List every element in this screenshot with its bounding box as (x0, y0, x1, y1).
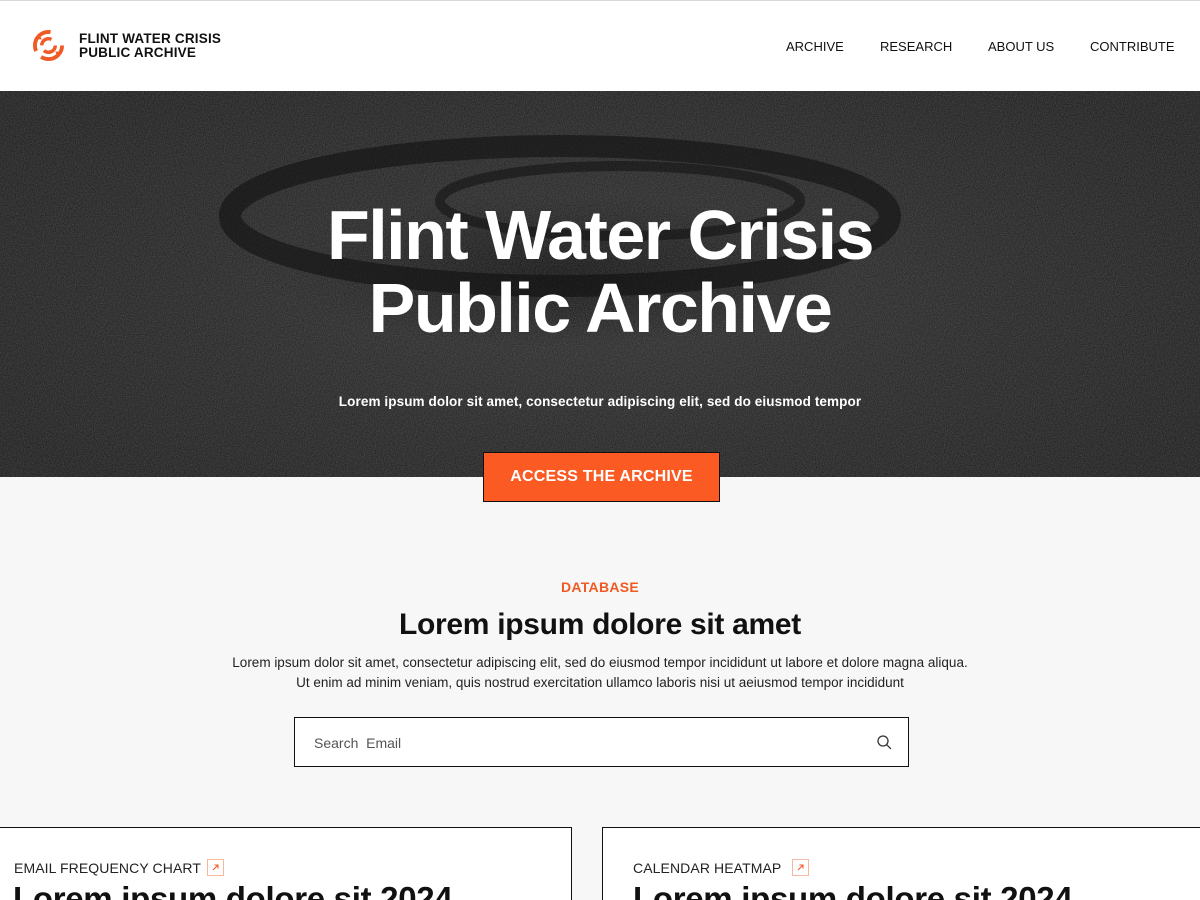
section-description: Lorem ipsum dolor sit amet, consectetur … (0, 653, 1200, 693)
search-icon[interactable] (876, 734, 892, 750)
card-title: Lorem ipsum dolore sit 2024 (633, 880, 1073, 900)
card-label: EMAIL FREQUENCY CHART (14, 860, 201, 876)
hero-section: Flint Water Crisis Public Archive Lorem … (0, 91, 1200, 477)
section-eyebrow: DATABASE (560, 579, 640, 595)
search-input[interactable] (314, 732, 854, 754)
site-header: FLINT WATER CRISIS PUBLIC ARCHIVE ARCHIV… (0, 0, 1200, 91)
nav-item-contribute[interactable]: CONTRIBUTE (1090, 39, 1175, 54)
hero-title-line-1: Flint Water Crisis (326, 196, 875, 274)
section-description-line-2: Ut enim ad minim veniam, quis nostrud ex… (296, 675, 904, 690)
hero-subtitle: Lorem ipsum dolor sit amet, consectetur … (338, 394, 862, 409)
nav-item-archive[interactable]: ARCHIVE (786, 39, 844, 54)
section-title: Lorem ipsum dolore sit amet (399, 608, 801, 641)
hero-title-line-2: Public Archive (368, 269, 833, 347)
card-title: Lorem ipsum dolore sit 2024 (13, 880, 453, 900)
access-archive-button[interactable]: ACCESS THE ARCHIVE (483, 452, 720, 502)
external-arrow-icon[interactable] (792, 859, 809, 876)
section-description-line-1: Lorem ipsum dolor sit amet, consectetur … (232, 655, 968, 670)
hero-title: Flint Water Crisis Public Archive (0, 199, 1200, 345)
external-arrow-icon[interactable] (207, 859, 224, 876)
card-calendar-heatmap[interactable]: CALENDAR HEATMAP Lorem ipsum dolore sit … (602, 827, 1200, 900)
nav-item-research[interactable]: RESEARCH (880, 39, 952, 54)
card-email-frequency-chart[interactable]: EMAIL FREQUENCY CHART Lorem ipsum dolore… (0, 827, 572, 900)
main-nav: ARCHIVE RESEARCH ABOUT US CONTRIBUTE (0, 39, 1200, 55)
card-label: CALENDAR HEATMAP (633, 860, 782, 876)
search-box (294, 717, 909, 767)
nav-item-about-us[interactable]: ABOUT US (988, 39, 1054, 54)
